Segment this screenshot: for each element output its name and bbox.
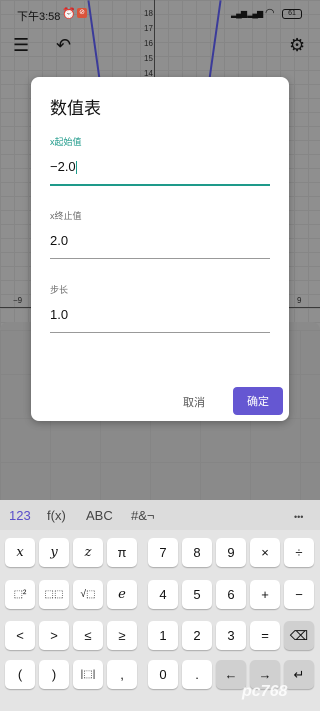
x-tick-label: −9 — [13, 296, 23, 305]
x-tick-label: 9 — [297, 296, 302, 305]
status-time: 下午3:58 — [17, 11, 61, 23]
key-power[interactable]: ⬚⬚ — [39, 580, 69, 609]
x-end-input[interactable]: 2.0 — [50, 233, 270, 251]
backspace-icon[interactable]: ⌫ — [284, 621, 314, 650]
keyboard-tabs: 123 f(x) ABC #&¬ ••• — [0, 500, 320, 530]
cancel-button[interactable]: 取消 — [183, 394, 205, 410]
key-equals[interactable]: = — [250, 621, 280, 650]
key-6[interactable]: 6 — [216, 580, 246, 609]
table-of-values-dialog: 数值表 x起始值 −2.0 x终止值 2.0 步长 1.0 取消 确定 — [31, 77, 289, 421]
key-greater-than[interactable]: > — [39, 621, 69, 650]
key-y[interactable]: y — [39, 538, 69, 567]
key-x[interactable]: x — [5, 538, 35, 567]
y-tick-label: 15 — [144, 54, 153, 63]
dialog-title: 数值表 — [50, 99, 101, 118]
key-comma[interactable]: , — [107, 660, 137, 689]
key-pi[interactable]: π — [107, 538, 137, 567]
wifi-icon: ◠ — [265, 7, 275, 19]
watermark-logo: pc768 — [242, 683, 288, 700]
x-start-underline — [50, 184, 270, 186]
key-2[interactable]: 2 — [182, 621, 212, 650]
key-9[interactable]: 9 — [216, 538, 246, 567]
x-end-field[interactable]: x终止值 2.0 — [50, 209, 270, 259]
key-7[interactable]: 7 — [148, 538, 178, 567]
key-5[interactable]: 5 — [182, 580, 212, 609]
step-field[interactable]: 步长 1.0 — [50, 283, 270, 333]
notification-icon: ⊘ — [77, 8, 87, 18]
key-dot[interactable]: . — [182, 660, 212, 689]
math-keyboard: 123 f(x) ABC #&¬ ••• x y z π 7 8 9 × ÷ ⬚… — [0, 500, 320, 711]
tab-fx[interactable]: f(x) — [47, 508, 66, 523]
x-end-underline — [50, 258, 270, 259]
key-1[interactable]: 1 — [148, 621, 178, 650]
signal-icon: ▂▄▆ ▂▄▆ — [231, 9, 263, 18]
key-plus[interactable]: + — [250, 580, 280, 609]
key-multiply[interactable]: × — [250, 538, 280, 567]
key-right-paren[interactable]: ) — [39, 660, 69, 689]
undo-icon[interactable]: ↶ — [56, 35, 71, 56]
y-tick-label: 16 — [144, 39, 153, 48]
menu-icon[interactable]: ☰ — [13, 35, 29, 56]
battery-icon: 61 — [282, 9, 302, 19]
key-e[interactable]: e — [107, 580, 137, 609]
step-label: 步长 — [50, 285, 69, 295]
step-input[interactable]: 1.0 — [50, 307, 270, 325]
tab-abc[interactable]: ABC — [86, 508, 113, 523]
key-minus[interactable]: − — [284, 580, 314, 609]
key-4[interactable]: 4 — [148, 580, 178, 609]
key-abs[interactable]: |⬚| — [73, 660, 103, 689]
more-icon[interactable]: ••• — [294, 512, 303, 522]
alarm-icon: ⏰ — [62, 8, 76, 20]
x-start-label: x起始值 — [50, 137, 82, 147]
key-less-than[interactable]: < — [5, 621, 35, 650]
ok-button[interactable]: 确定 — [233, 387, 283, 415]
key-z[interactable]: z — [73, 538, 103, 567]
enter-icon[interactable]: ↵ — [284, 660, 314, 689]
key-left-paren[interactable]: ( — [5, 660, 35, 689]
key-less-equal[interactable]: ≤ — [73, 621, 103, 650]
key-8[interactable]: 8 — [182, 538, 212, 567]
tab-symbols[interactable]: #&¬ — [131, 508, 155, 523]
key-square[interactable]: ⬚² — [5, 580, 35, 609]
key-sqrt[interactable]: √⬚ — [73, 580, 103, 609]
tab-123[interactable]: 123 — [9, 508, 31, 523]
status-bar: 下午3:58 ⏰ ⊘ ▂▄▆ ▂▄▆ ◠ 61 — [0, 0, 320, 28]
x-end-label: x终止值 — [50, 211, 82, 221]
x-start-input[interactable]: −2.0 — [50, 159, 270, 177]
key-0[interactable]: 0 — [148, 660, 178, 689]
step-underline — [50, 332, 270, 333]
x-start-field[interactable]: x起始值 −2.0 — [50, 135, 270, 186]
gear-icon[interactable]: ⚙ — [289, 35, 305, 56]
key-greater-equal[interactable]: ≥ — [107, 621, 137, 650]
key-3[interactable]: 3 — [216, 621, 246, 650]
key-divide[interactable]: ÷ — [284, 538, 314, 567]
